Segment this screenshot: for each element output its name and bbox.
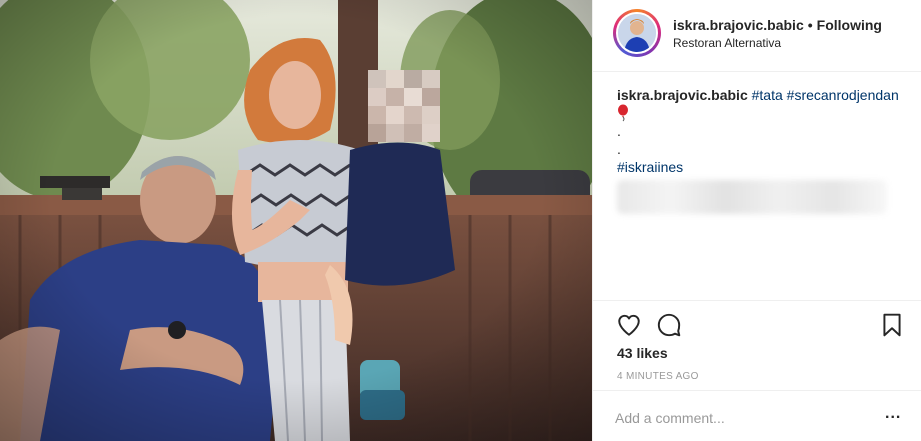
heart-icon bbox=[618, 314, 640, 336]
comment-input[interactable] bbox=[615, 408, 865, 428]
likes-count[interactable]: 43 likes bbox=[617, 345, 668, 361]
post-location[interactable]: Restoran Alternativa bbox=[673, 36, 781, 50]
balloon-icon bbox=[618, 104, 628, 122]
speech-bubble-icon bbox=[657, 313, 681, 337]
like-button[interactable] bbox=[616, 312, 642, 338]
post-sidebar: iskra.brajovic.babic • Following Restoran … bbox=[592, 0, 921, 441]
following-button[interactable]: Following bbox=[817, 17, 882, 33]
post-timestamp[interactable]: 4 MINUTES AGO bbox=[617, 371, 699, 382]
separator-dot: • bbox=[807, 17, 813, 33]
header-username-row: iskra.brajovic.babic • Following bbox=[673, 17, 882, 33]
hashtag-link[interactable]: #tata bbox=[752, 87, 783, 103]
post-photo[interactable] bbox=[0, 0, 592, 441]
caption-username[interactable]: iskra.brajovic.babic bbox=[617, 87, 748, 103]
avatar[interactable] bbox=[616, 12, 658, 54]
caption-dot-line: . bbox=[617, 141, 621, 157]
post-caption: iskra.brajovic.babic #tata #srecanrodjen… bbox=[617, 86, 907, 176]
post-header: iskra.brajovic.babic • Following Restoran … bbox=[593, 0, 921, 72]
bookmark-icon bbox=[883, 313, 901, 337]
more-options-button[interactable]: ... bbox=[885, 406, 905, 425]
photo-illustration bbox=[0, 0, 592, 441]
save-button[interactable] bbox=[879, 312, 905, 338]
avatar-image bbox=[618, 14, 656, 52]
comment-button[interactable] bbox=[656, 312, 682, 338]
hashtag-link[interactable]: #srecanrodjendan bbox=[787, 87, 899, 103]
hashtag-link[interactable]: #iskraiines bbox=[617, 159, 683, 175]
comment-section: ... bbox=[593, 390, 921, 441]
avatar-story-ring[interactable] bbox=[613, 9, 661, 57]
blurred-comment bbox=[617, 180, 887, 214]
caption-dot-line: . bbox=[617, 123, 621, 139]
post-username[interactable]: iskra.brajovic.babic bbox=[673, 17, 804, 33]
